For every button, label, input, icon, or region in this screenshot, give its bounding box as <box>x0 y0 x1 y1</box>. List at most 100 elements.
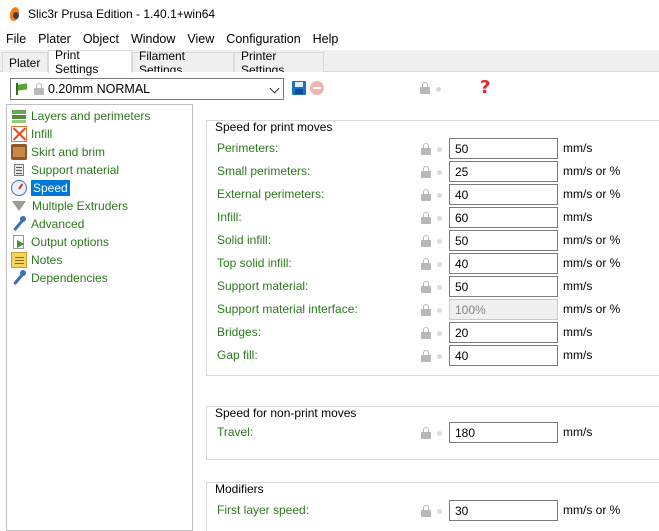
setting-unit: mm/s or % <box>563 164 621 178</box>
dot-icon[interactable] <box>437 331 442 336</box>
tab-print-settings[interactable]: Print Settings <box>48 48 132 76</box>
dot-icon[interactable] <box>437 216 442 221</box>
preset-dropdown[interactable]: 0.20mm NORMAL <box>10 78 284 100</box>
dot-icon[interactable] <box>437 354 442 359</box>
tree-item-infill[interactable]: Infill <box>11 125 52 143</box>
lock-icon[interactable] <box>421 189 431 201</box>
tree-item-label: Skirt and brim <box>31 145 106 159</box>
setting-label: Gap fill: <box>217 348 258 362</box>
tree-item-label: Dependencies <box>31 271 108 285</box>
menu-window[interactable]: Window <box>125 32 181 46</box>
section-speed-print-moves: Speed for print moves Perimeters: mm/s S… <box>206 120 659 376</box>
infill-speed-input[interactable] <box>449 207 558 228</box>
tree-item-speed[interactable]: Speed <box>11 179 70 197</box>
system-value-lock-icon[interactable] <box>420 82 430 94</box>
setting-row-travel: Travel: mm/s <box>207 422 659 443</box>
section-modifiers: Modifiers First layer speed: mm/s or % <box>206 482 659 531</box>
tree-item-layers-and-perimeters[interactable]: Layers and perimeters <box>11 107 150 125</box>
tab-filament-settings[interactable]: Filament Settings <box>132 49 234 77</box>
lock-icon[interactable] <box>421 281 431 293</box>
settings-category-tree: Layers and perimeters Infill Skirt and b… <box>6 104 193 531</box>
dot-icon[interactable] <box>437 285 442 290</box>
title-bar: Slic3r Prusa Edition - 1.40.1+win64 <box>0 0 659 28</box>
setting-unit: mm/s or % <box>563 302 621 316</box>
tree-item-advanced[interactable]: Advanced <box>11 215 84 233</box>
notes-icon <box>11 252 27 268</box>
setting-label: Support material: <box>217 279 309 293</box>
tree-item-dependencies[interactable]: Dependencies <box>11 269 108 287</box>
setting-row-external-perimeters: External perimeters: mm/s or % <box>207 184 659 205</box>
lock-icon[interactable] <box>421 166 431 178</box>
dot-icon[interactable] <box>437 170 442 175</box>
modified-value-dot-icon[interactable] <box>436 87 441 92</box>
tree-item-label: Advanced <box>31 217 85 231</box>
lock-icon[interactable] <box>421 505 431 517</box>
section-title: Speed for non-print moves <box>215 406 357 420</box>
lock-icon[interactable] <box>421 327 431 339</box>
setting-unit: mm/s or % <box>563 187 621 201</box>
section-title: Speed for print moves <box>215 120 333 134</box>
setting-row-support-material-interface: Support material interface: mm/s or % <box>207 299 659 320</box>
lock-icon[interactable] <box>421 350 431 362</box>
lock-icon[interactable] <box>421 143 431 155</box>
wrench-icon <box>11 270 27 286</box>
lock-icon[interactable] <box>421 427 431 439</box>
tree-item-multiple-extruders[interactable]: Multiple Extruders <box>11 197 128 215</box>
setting-label: Top solid infill: <box>217 256 292 270</box>
gap-fill-speed-input[interactable] <box>449 345 558 366</box>
section-speed-non-print-moves: Speed for non-print moves Travel: mm/s <box>206 406 659 460</box>
tree-item-notes[interactable]: Notes <box>11 251 62 269</box>
setting-label: Support material interface: <box>217 302 358 316</box>
perimeters-speed-input[interactable] <box>449 138 558 159</box>
support-material-interface-speed-input <box>449 299 558 320</box>
tab-plater[interactable]: Plater <box>2 52 48 72</box>
menu-help[interactable]: Help <box>307 32 345 46</box>
menu-object[interactable]: Object <box>77 32 125 46</box>
dot-icon[interactable] <box>437 308 442 313</box>
delete-preset-icon[interactable] <box>310 81 324 95</box>
setting-label: External perimeters: <box>217 187 325 201</box>
dot-icon[interactable] <box>437 262 442 267</box>
output-icon <box>11 234 27 250</box>
setting-unit: mm/s or % <box>563 256 621 270</box>
setting-unit: mm/s <box>563 348 593 362</box>
tree-item-label: Support material <box>31 163 120 177</box>
preset-toolbar: 0.20mm NORMAL ? <box>8 76 648 100</box>
tab-printer-settings[interactable]: Printer Settings <box>234 49 324 77</box>
bridges-speed-input[interactable] <box>449 322 558 343</box>
question-mark-icon[interactable]: ? <box>480 77 490 98</box>
tree-item-label: Speed <box>31 180 70 196</box>
setting-row-infill: Infill: mm/s <box>207 207 659 228</box>
menu-configuration[interactable]: Configuration <box>220 32 306 46</box>
menu-view[interactable]: View <box>181 32 220 46</box>
lock-icon[interactable] <box>421 212 431 224</box>
slic3r-logo-icon <box>8 6 22 22</box>
first-layer-speed-input[interactable] <box>449 500 558 521</box>
support-material-speed-input[interactable] <box>449 276 558 297</box>
infill-icon <box>11 126 27 142</box>
dot-icon[interactable] <box>437 193 442 198</box>
tree-item-skirt-and-brim[interactable]: Skirt and brim <box>11 143 105 161</box>
dot-icon[interactable] <box>437 147 442 152</box>
solid-infill-speed-input[interactable] <box>449 230 558 251</box>
dot-icon[interactable] <box>437 431 442 436</box>
lock-icon[interactable] <box>421 235 431 247</box>
external-perimeters-speed-input[interactable] <box>449 184 558 205</box>
setting-row-top-solid-infill: Top solid infill: mm/s or % <box>207 253 659 274</box>
wrench-icon <box>11 216 27 232</box>
top-solid-infill-speed-input[interactable] <box>449 253 558 274</box>
tree-item-output-options[interactable]: Output options <box>11 233 109 251</box>
lock-icon[interactable] <box>421 304 431 316</box>
lock-icon[interactable] <box>421 258 431 270</box>
small-perimeters-speed-input[interactable] <box>449 161 558 182</box>
travel-speed-input[interactable] <box>449 422 558 443</box>
save-preset-icon[interactable] <box>292 81 306 95</box>
dot-icon[interactable] <box>437 239 442 244</box>
tree-item-support-material[interactable]: Support material <box>11 161 119 179</box>
dot-icon[interactable] <box>437 509 442 514</box>
setting-row-perimeters: Perimeters: mm/s <box>207 138 659 159</box>
setting-label: Travel: <box>217 425 254 439</box>
menu-plater[interactable]: Plater <box>32 32 77 46</box>
lock-icon <box>34 83 44 95</box>
menu-file[interactable]: File <box>0 32 32 46</box>
